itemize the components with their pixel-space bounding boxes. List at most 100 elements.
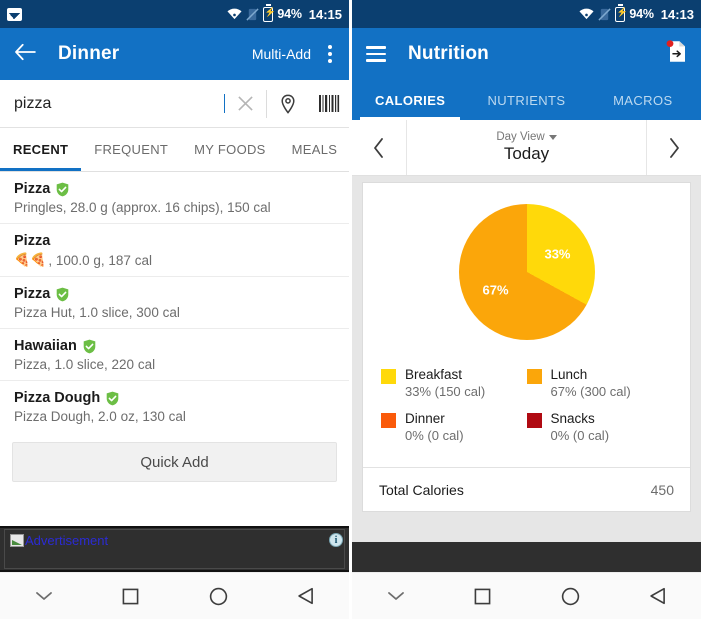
list-item[interactable]: Hawaiian Pizza, 1.0 slice, 220 cal bbox=[0, 329, 349, 381]
location-pin-icon[interactable] bbox=[267, 80, 308, 127]
pizza-emoji-icon: 🍕🍕 bbox=[14, 252, 47, 267]
chevron-down-icon[interactable] bbox=[374, 574, 418, 618]
legend-value: 0% (0 cal) bbox=[405, 428, 464, 443]
left-phone-screen: 94% 14:15 Dinner Multi-Add bbox=[0, 0, 349, 619]
food-detail-row: 🍕🍕, 100.0 g, 187 cal bbox=[14, 252, 335, 268]
right-phone-screen: 94% 14:13 Nutrition CALORIES NUTRIENTS M… bbox=[352, 0, 701, 619]
kebab-menu-icon[interactable] bbox=[325, 41, 335, 67]
app-bar: Nutrition bbox=[352, 28, 701, 80]
current-day-label: Today bbox=[503, 144, 550, 163]
verified-badge-icon bbox=[56, 287, 69, 302]
chevron-down-icon[interactable] bbox=[22, 574, 66, 618]
close-x-icon[interactable] bbox=[225, 80, 266, 127]
wifi-icon bbox=[227, 8, 242, 20]
food-name-row: Pizza bbox=[14, 286, 335, 302]
barcode-scanner-icon[interactable] bbox=[308, 80, 349, 127]
square-recents-icon[interactable] bbox=[109, 574, 153, 618]
screenshot-image-icon bbox=[7, 7, 22, 21]
status-clock: 14:15 bbox=[308, 6, 342, 22]
legend-value: 67% (300 cal) bbox=[550, 384, 631, 399]
legend-item-dinner[interactable]: Dinner 0% (0 cal) bbox=[381, 411, 527, 443]
food-detail: , 100.0 g, 187 cal bbox=[48, 252, 152, 268]
legend-label: Lunch bbox=[550, 367, 588, 382]
search-bar bbox=[0, 80, 349, 128]
android-nav-bar bbox=[352, 572, 701, 619]
pie-legend: Breakfast 33% (150 cal) Lunch 67% (300 c… bbox=[363, 361, 690, 467]
pie-chart-container: 33% 67% bbox=[363, 183, 690, 361]
legend-label: Dinner bbox=[405, 411, 445, 426]
page-title: Dinner bbox=[58, 43, 120, 64]
advertisement-banner[interactable] bbox=[352, 542, 701, 572]
multi-add-button[interactable]: Multi-Add bbox=[252, 46, 311, 62]
tab-my-foods[interactable]: MY FOODS bbox=[181, 128, 279, 171]
tab-macros[interactable]: MACROS bbox=[585, 80, 701, 120]
food-source-tabs: RECENT FREQUENT MY FOODS MEALS RE bbox=[0, 128, 349, 172]
wifi-icon bbox=[579, 8, 594, 20]
battery-percent: 94% bbox=[277, 7, 302, 21]
list-item[interactable]: Pizza Pizza Hut, 1.0 slice, 300 cal bbox=[0, 277, 349, 329]
tab-label: NUTRIENTS bbox=[487, 92, 566, 108]
list-item[interactable]: Pizza Dough Pizza Dough, 2.0 oz, 130 cal bbox=[0, 381, 349, 432]
food-name-row: Hawaiian bbox=[14, 338, 335, 354]
status-bar: 94% 14:15 bbox=[0, 0, 349, 28]
tab-recent[interactable]: RECENT bbox=[0, 128, 82, 171]
tab-frequent[interactable]: FREQUENT bbox=[81, 128, 181, 171]
battery-percent: 94% bbox=[629, 7, 654, 21]
app-bar: Dinner Multi-Add bbox=[0, 28, 349, 80]
list-item[interactable]: Pizza Pringles, 28.0 g (approx. 16 chips… bbox=[0, 172, 349, 224]
square-recents-icon[interactable] bbox=[461, 574, 505, 618]
ad-label[interactable]: Advertisement bbox=[25, 533, 108, 548]
advertisement-banner[interactable]: Advertisement i bbox=[0, 526, 349, 572]
battery-charging-icon bbox=[615, 4, 628, 22]
android-nav-bar bbox=[0, 572, 349, 619]
status-bar: 94% 14:13 bbox=[352, 0, 701, 28]
quick-add-button[interactable]: Quick Add bbox=[12, 442, 337, 482]
day-view-selector[interactable]: Day View Today bbox=[407, 120, 646, 175]
dual-phone-screenshot: 94% 14:15 Dinner Multi-Add bbox=[0, 0, 701, 619]
legend-swatch bbox=[381, 413, 396, 428]
legend-item-snacks[interactable]: Snacks 0% (0 cal) bbox=[526, 411, 673, 443]
pie-slice-label-breakfast: 33% bbox=[544, 246, 571, 262]
tab-calories[interactable]: CALORIES bbox=[352, 80, 468, 120]
food-detail: Pizza Dough, 2.0 oz, 130 cal bbox=[14, 409, 186, 424]
broken-image-icon bbox=[10, 534, 24, 547]
legend-swatch bbox=[526, 369, 542, 384]
document-export-icon[interactable] bbox=[666, 40, 687, 68]
tab-label: MEALS bbox=[291, 142, 338, 157]
chevron-right-icon[interactable] bbox=[646, 120, 701, 175]
tab-label: RECENT bbox=[13, 142, 69, 157]
legend-item-lunch[interactable]: Lunch 67% (300 cal) bbox=[526, 367, 673, 399]
food-detail: Pringles, 28.0 g (approx. 16 chips), 150… bbox=[14, 200, 271, 215]
legend-label: Breakfast bbox=[405, 367, 463, 382]
calories-pie-chart[interactable]: 33% 67% bbox=[458, 204, 595, 340]
hamburger-menu-icon[interactable] bbox=[366, 46, 386, 62]
food-name-row: Pizza bbox=[14, 233, 335, 249]
triangle-back-icon[interactable] bbox=[283, 574, 327, 618]
food-name: Hawaiian bbox=[14, 338, 77, 354]
list-item[interactable]: Pizza 🍕🍕, 100.0 g, 187 cal bbox=[0, 224, 349, 277]
food-name: Pizza bbox=[14, 181, 51, 197]
calories-content: 33% 67% Breakfast 33% (150 cal) Lunch 67… bbox=[352, 176, 701, 542]
food-name-row: Pizza Dough bbox=[14, 390, 335, 406]
triangle-back-icon[interactable] bbox=[635, 574, 679, 618]
food-name: Pizza Dough bbox=[14, 390, 101, 406]
food-name-row: Pizza bbox=[14, 181, 335, 197]
chevron-left-icon[interactable] bbox=[352, 120, 407, 175]
ad-info-icon[interactable]: i bbox=[329, 533, 343, 547]
total-calories-label: Total Calories bbox=[379, 481, 464, 498]
legend-value: 33% (150 cal) bbox=[405, 384, 486, 399]
caret-down-icon bbox=[548, 134, 557, 140]
legend-item-breakfast[interactable]: Breakfast 33% (150 cal) bbox=[381, 367, 527, 399]
circle-home-icon[interactable] bbox=[196, 574, 240, 618]
tab-label: CALORIES bbox=[374, 92, 446, 108]
total-calories-value: 450 bbox=[650, 481, 674, 498]
nutrition-tabs: CALORIES NUTRIENTS MACROS bbox=[352, 80, 701, 120]
tab-meals[interactable]: MEALS bbox=[279, 128, 349, 171]
tab-nutrients[interactable]: NUTRIENTS bbox=[468, 80, 584, 120]
food-detail: Pizza Hut, 1.0 slice, 300 cal bbox=[14, 305, 180, 320]
search-input[interactable] bbox=[0, 94, 235, 113]
circle-home-icon[interactable] bbox=[548, 574, 592, 618]
food-name: Pizza bbox=[14, 233, 51, 249]
vibrate-off-icon bbox=[598, 7, 611, 21]
arrow-left-icon[interactable] bbox=[14, 43, 36, 66]
